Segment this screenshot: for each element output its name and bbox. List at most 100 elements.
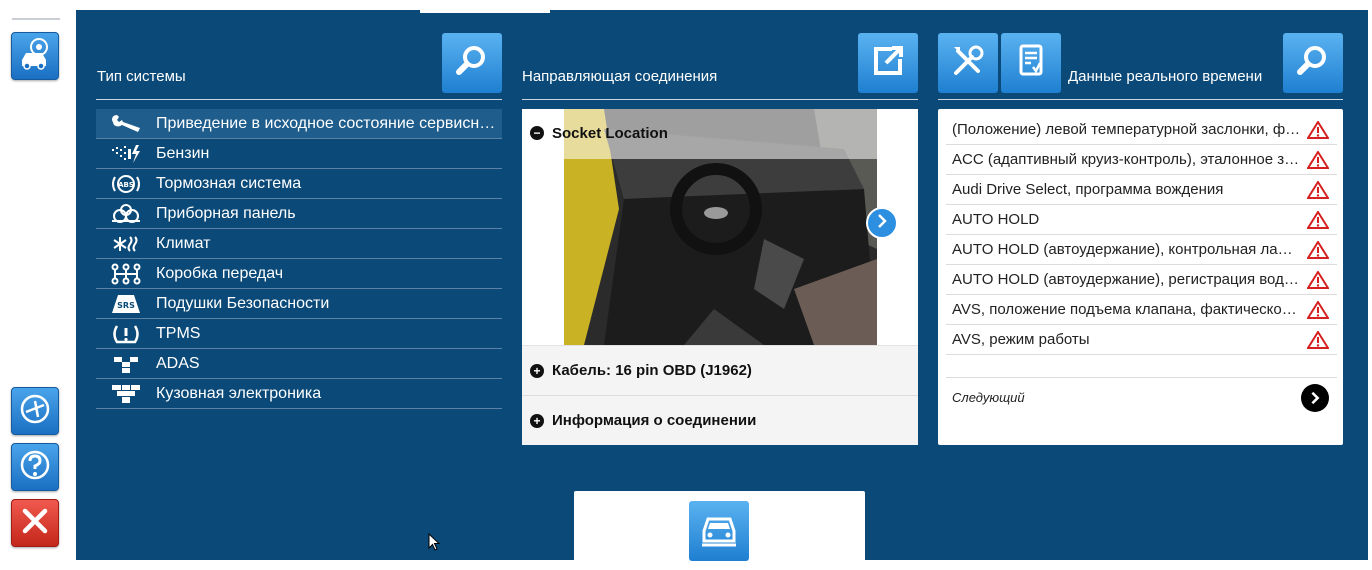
search-icon	[1293, 41, 1333, 86]
live-data-label: AUTO HOLD	[952, 211, 1040, 228]
system-item-label: Приведение в исходное состояние сервисно…	[156, 114, 496, 132]
cable-label: Кабель: 16 pin OBD (J1962)	[552, 362, 752, 379]
close-button[interactable]	[11, 499, 59, 547]
adas-icon	[96, 353, 156, 375]
live-data-row[interactable]: AUTO HOLD	[946, 205, 1337, 235]
expand-icon: +	[530, 413, 544, 428]
live-data-row[interactable]: Audi Drive Select, программа вождения	[946, 175, 1337, 205]
system-item-body-electronics[interactable]: Кузовная электроника	[96, 379, 502, 409]
warning-icon	[1307, 210, 1329, 229]
live-tools-button[interactable]	[938, 33, 998, 93]
system-type-list: Приведение в исходное состояние сервисно…	[96, 109, 502, 409]
live-data-row[interactable]: AVS, положение подъема клапана, фактичес…	[946, 295, 1337, 325]
live-data-label: Audi Drive Select, программа вождения	[952, 181, 1224, 198]
warning-icon	[1307, 300, 1329, 319]
fuel-injection-icon	[96, 143, 156, 165]
live-data-sheet-button[interactable]	[1001, 33, 1061, 93]
gearbox-icon	[96, 263, 156, 285]
system-item-label: Климат	[156, 234, 211, 252]
live-data-row[interactable]: AUTO HOLD (автоудержание), регистрация в…	[946, 265, 1337, 295]
live-data-label: AVS, положение подъема клапана, фактичес…	[952, 301, 1302, 318]
abs-icon: ABS	[96, 173, 156, 195]
warning-icon	[1307, 270, 1329, 289]
live-data-label: AUTO HOLD (автоудержание), регистрация в…	[952, 271, 1302, 288]
system-item-label: TPMS	[156, 324, 201, 342]
system-search-button[interactable]	[442, 33, 502, 93]
system-type-title: Тип системы	[97, 68, 186, 85]
connection-info-label: Информация о соединении	[552, 412, 757, 429]
dashboard-icon	[96, 203, 156, 225]
warning-icon	[1307, 240, 1329, 259]
help-icon	[17, 447, 53, 488]
live-data-title: Данные реального времени	[1068, 68, 1263, 85]
connection-info-accordion[interactable]: + Информация о соединении	[522, 395, 918, 445]
socket-location-label: Socket Location	[552, 124, 668, 142]
cable-accordion[interactable]: + Кабель: 16 pin OBD (J1962)	[522, 345, 918, 395]
system-item-label: Кузовная электроника	[156, 384, 322, 402]
system-item-brakes[interactable]: ABS Тормозная система	[96, 169, 502, 199]
system-item-label: Тормозная система	[156, 174, 302, 192]
connection-guide-card: − Socket Location + Кабель: 16 pin OBD (…	[522, 109, 918, 445]
live-search-button[interactable]	[1283, 33, 1343, 93]
system-title-divider	[96, 99, 502, 100]
warning-icon	[1307, 330, 1329, 349]
data-sheet-icon	[1011, 41, 1051, 86]
search-icon	[452, 41, 492, 86]
system-item-label: Подушки Безопасности	[156, 294, 330, 312]
live-data-row[interactable]: AVS, режим работы	[946, 325, 1337, 355]
live-data-row[interactable]: AUTO HOLD (автоудержание), контрольная л…	[946, 235, 1337, 265]
toolbar-divider	[12, 18, 60, 20]
system-item-label: ADAS	[156, 354, 200, 372]
system-item-service-reset[interactable]: Приведение в исходное состояние сервисно…	[96, 109, 502, 139]
system-item-airbags[interactable]: SRS Подушки Безопасности	[96, 289, 502, 319]
next-page-button[interactable]	[1301, 383, 1329, 412]
connection-guide-title: Направляющая соединения	[522, 68, 718, 85]
photo-next-button[interactable]	[866, 207, 898, 239]
expand-icon: +	[530, 363, 544, 378]
warning-icon	[1307, 120, 1329, 139]
socket-location-toggle[interactable]: − Socket Location	[522, 121, 918, 145]
system-item-label: Бензин	[156, 144, 210, 162]
system-item-petrol[interactable]: Бензин	[96, 139, 502, 169]
tpms-icon	[96, 323, 156, 345]
live-data-row[interactable]: (Положение) левой температурной заслонки…	[946, 115, 1337, 145]
live-data-list: (Положение) левой температурной заслонки…	[946, 115, 1337, 355]
chevron-right-icon	[874, 213, 890, 234]
svg-text:SRS: SRS	[117, 301, 135, 310]
system-item-climate[interactable]: Климат	[96, 229, 502, 259]
mouse-cursor-icon	[428, 533, 440, 551]
system-item-label: Коробка передач	[156, 264, 284, 282]
live-title-divider	[938, 99, 1343, 100]
car-service-icon	[17, 36, 53, 77]
warning-icon	[1307, 180, 1329, 199]
climate-icon	[96, 233, 156, 255]
external-link-icon	[868, 41, 908, 86]
car-service-button[interactable]	[11, 32, 59, 80]
body-electronics-icon	[96, 383, 156, 405]
connection-export-button[interactable]	[858, 33, 918, 93]
system-item-adas[interactable]: ADAS	[96, 349, 502, 379]
left-toolbar	[0, 0, 76, 570]
vehicle-front-button[interactable]	[689, 501, 749, 561]
chevron-right-icon	[1311, 391, 1320, 404]
close-icon	[17, 503, 53, 544]
live-data-label: AUTO HOLD (автоудержание), контрольная л…	[952, 241, 1302, 258]
bottom-vehicle-tab	[574, 491, 865, 561]
system-item-gearbox[interactable]: Коробка передач	[96, 259, 502, 289]
system-item-tpms[interactable]: TPMS	[96, 319, 502, 349]
no-flight-icon	[17, 391, 53, 432]
main-panel: Тип системы Приведение в исходное состоя…	[76, 10, 1368, 561]
vehicle-front-icon	[699, 509, 739, 554]
collapse-icon: −	[530, 126, 544, 140]
tools-icon	[948, 41, 988, 86]
live-data-label: AVS, режим работы	[952, 331, 1090, 348]
live-data-label: (Положение) левой температурной заслонки…	[952, 121, 1302, 138]
live-data-label: ACC (адаптивный круиз-контроль), эталонн…	[952, 151, 1302, 168]
no-flight-button[interactable]	[11, 387, 59, 435]
system-item-dashboard[interactable]: Приборная панель	[96, 199, 502, 229]
top-tab-notch	[420, 10, 550, 13]
warning-icon	[1307, 150, 1329, 169]
live-data-row[interactable]: ACC (адаптивный круиз-контроль), эталонн…	[946, 145, 1337, 175]
live-next-row: Следующий	[946, 377, 1337, 417]
help-button[interactable]	[11, 443, 59, 491]
